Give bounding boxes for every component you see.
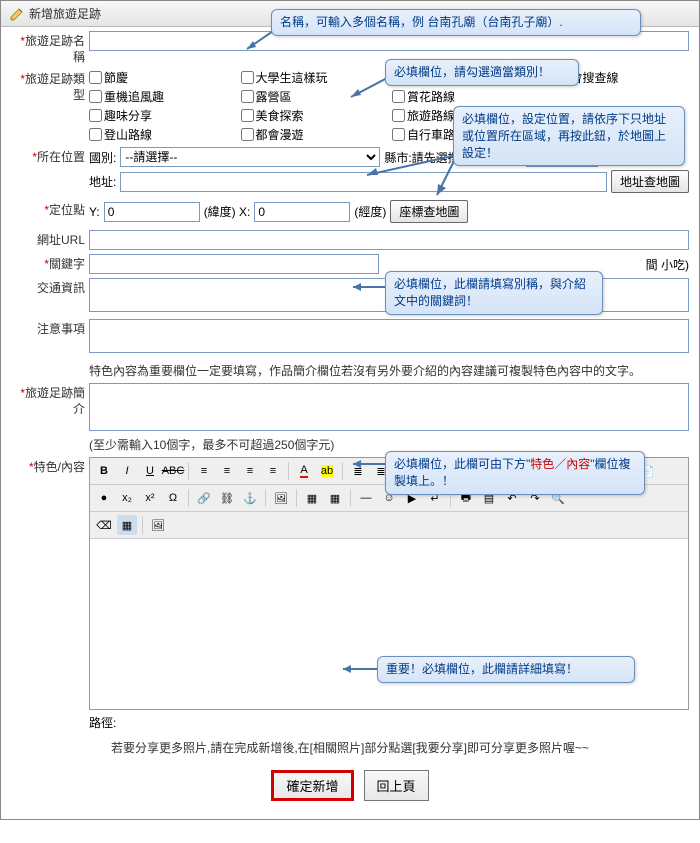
back-button[interactable]: 回上頁 [364, 770, 429, 801]
callout-name: 名稱，可輸入多個名稱，例 台南孔廟（台南孔子廟）. [271, 9, 641, 36]
y-input[interactable] [104, 202, 200, 222]
url-input[interactable] [89, 230, 689, 250]
brief-note: 特色內容為重要欄位一定要填寫，作品簡介欄位若沒有另外要介紹的內容建議可複製特色內… [89, 362, 689, 379]
label-type: 旅遊足跡類型 [25, 72, 85, 102]
strike-icon[interactable]: ABC [163, 461, 183, 481]
label-name: 旅遊足跡名稱 [25, 34, 85, 64]
editor-body[interactable] [90, 539, 688, 709]
grid-icon[interactable]: ▦ [117, 515, 137, 535]
pencil-icon [9, 6, 25, 22]
bullet-icon[interactable]: ● [94, 488, 114, 508]
coord-map-button[interactable]: 座標查地圖 [390, 200, 468, 223]
path-label: 路徑: [89, 714, 689, 731]
label-coord: 定位點 [49, 203, 85, 217]
align-center-icon[interactable]: ≡ [217, 461, 237, 481]
label-notice: 注意事項 [37, 322, 85, 336]
type-checkbox[interactable]: 登山路線 [89, 126, 235, 143]
italic-icon[interactable]: I [117, 461, 137, 481]
align-right-icon[interactable]: ≡ [240, 461, 260, 481]
align-justify-icon[interactable]: ≡ [263, 461, 283, 481]
bold-icon[interactable]: B [94, 461, 114, 481]
type-checkbox[interactable]: 美食探索 [241, 107, 387, 124]
share-note: 若要分享更多照片,請在完成新增後,在[相關照片]部分點選[我要分享]即可分享更多… [11, 739, 689, 756]
editor-toolbar-3: ⌫ ▦ 🖼 [90, 512, 688, 539]
lng-label: (經度) [354, 203, 386, 220]
align-left-icon[interactable]: ≡ [194, 461, 214, 481]
brief-textarea[interactable] [89, 383, 689, 431]
callout-brief: 必填欄位，此欄可由下方"特色／內容"欄位複製填上。！ [385, 451, 645, 495]
country-select[interactable]: --請選擇-- [120, 147, 380, 167]
table-icon[interactable]: ▦ [302, 488, 322, 508]
type-checkbox[interactable]: 趣味分享 [89, 107, 235, 124]
y-label: Y: [89, 205, 100, 219]
lat-label: (緯度) X: [204, 203, 251, 220]
label-url: 網址URL [37, 233, 85, 247]
label-content: 特色/內容 [34, 460, 85, 474]
eraser-icon[interactable]: ⌫ [94, 515, 114, 535]
x-input[interactable] [254, 202, 350, 222]
form-window: 新增旅遊足跡 *旅遊足跡名稱 *旅遊足跡類型 節慶 大學生這樣玩 吃喝玩樂逛夜市… [0, 0, 700, 820]
unlink-icon[interactable]: ⛓ [217, 488, 237, 508]
addr-label: 地址: [89, 173, 116, 190]
link-icon[interactable]: 🔗 [194, 488, 214, 508]
label-keyword: 關鍵字 [49, 257, 85, 271]
insert-image-icon[interactable]: 🖼 [148, 515, 168, 535]
underline-icon[interactable]: U [140, 461, 160, 481]
hr-icon[interactable]: — [356, 488, 376, 508]
sub-icon[interactable]: x₂ [117, 488, 137, 508]
notice-textarea[interactable] [89, 319, 689, 353]
label-brief: 旅遊足跡簡介 [25, 386, 85, 416]
callout-content: 重要！必填欄位，此欄請詳細填寫！ [377, 656, 635, 683]
sup-icon[interactable]: x² [140, 488, 160, 508]
window-title: 新增旅遊足跡 [29, 5, 101, 22]
type-checkbox[interactable]: 賞花路線 [392, 88, 538, 105]
anchor-icon[interactable]: ⚓ [240, 488, 260, 508]
type-checkbox[interactable]: 節慶 [89, 69, 235, 86]
callout-loc: 必填欄位，設定位置，請依序下只地址或位置所在區域，再按此鈕，於地圖上設定！ [453, 106, 685, 166]
callout-keyword: 必填欄位，此欄請填寫別稱，與介紹文中的關鍵詞！ [385, 271, 603, 315]
keyword-suffix: 間 小吃) [646, 256, 689, 273]
label-location: 所在位置 [37, 150, 85, 164]
omega-icon[interactable]: Ω [163, 488, 183, 508]
submit-button[interactable]: 確定新增 [271, 770, 353, 801]
highlight-icon[interactable]: ab [317, 461, 337, 481]
table2-icon[interactable]: ▦ [325, 488, 345, 508]
image-icon[interactable]: 🖼 [271, 488, 291, 508]
addr-map-button[interactable]: 地址查地圖 [611, 170, 689, 193]
label-traffic: 交通資訊 [37, 281, 85, 295]
callout-type: 必填欄位，請勾選適當類別！ [385, 59, 579, 86]
type-checkbox[interactable]: 重機追風趣 [89, 88, 235, 105]
country-label: 國別: [89, 149, 116, 166]
type-checkbox[interactable]: 都會漫遊 [241, 126, 387, 143]
font-color-icon[interactable]: A [294, 461, 314, 481]
keyword-input[interactable] [89, 254, 379, 274]
